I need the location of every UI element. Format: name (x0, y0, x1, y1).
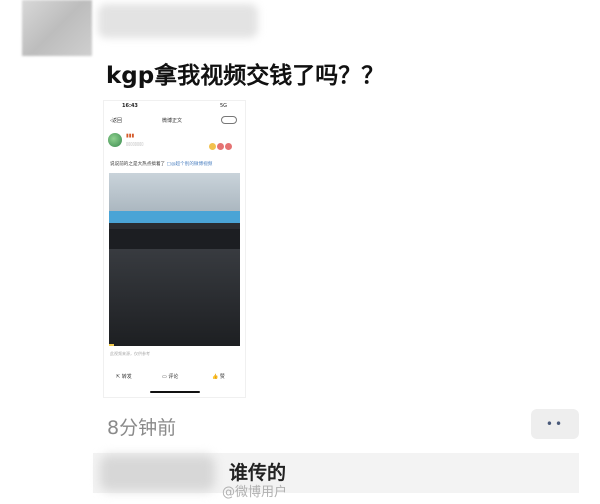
home-indicator (150, 391, 200, 393)
video-note: 此视频来源，仅供参考 (110, 351, 150, 356)
post-text: kgp拿我视频交钱了吗？？ (106, 63, 385, 89)
back-button: ‹返回 (110, 118, 123, 124)
comment-icon: ▭ 评论 (162, 374, 179, 380)
watermark: @微博用户 (222, 485, 288, 500)
more-button[interactable]: •• (531, 409, 579, 439)
reply-username-blurred[interactable] (100, 455, 215, 491)
nav-title: 微博正文 (162, 118, 183, 124)
avatar[interactable] (22, 0, 92, 56)
emoji-badges (208, 135, 236, 150)
video-progress (109, 344, 115, 346)
author-avatar (108, 133, 122, 147)
video-frame (109, 173, 240, 346)
author-name: ▮▮▮ (126, 133, 135, 139)
author-meta: ▯▯▯▯▯▯▯▯ (126, 141, 144, 146)
action-bar: ⇱ 转发 ▭ 评论 👍 赞 (104, 371, 245, 383)
status-time: 16:43 (122, 103, 138, 109)
attached-screenshot[interactable]: 16:43 5G ‹返回 微博正文 ▮▮▮ ▯▯▯▯▯▯▯▯ 说说前的之是大热点… (103, 100, 246, 398)
author-row: ▮▮▮ ▯▯▯▯▯▯▯▯ (108, 133, 240, 153)
status-bar: 16:43 5G (104, 101, 245, 111)
post-timestamp: 8分钟前 (107, 417, 177, 439)
username-blurred[interactable] (98, 4, 258, 38)
weibo-caption: 说说前的之是大热点搞着了 □@超个别的微博视频 (110, 162, 213, 167)
more-icon (221, 116, 237, 124)
video-link: □@超个别的微博视频 (166, 162, 213, 167)
repost-icon: ⇱ 转发 (116, 374, 132, 380)
weibo-nav-bar: ‹返回 微博正文 (104, 115, 245, 127)
signal-icon: 5G (219, 103, 227, 109)
like-icon: 👍 赞 (212, 374, 225, 380)
